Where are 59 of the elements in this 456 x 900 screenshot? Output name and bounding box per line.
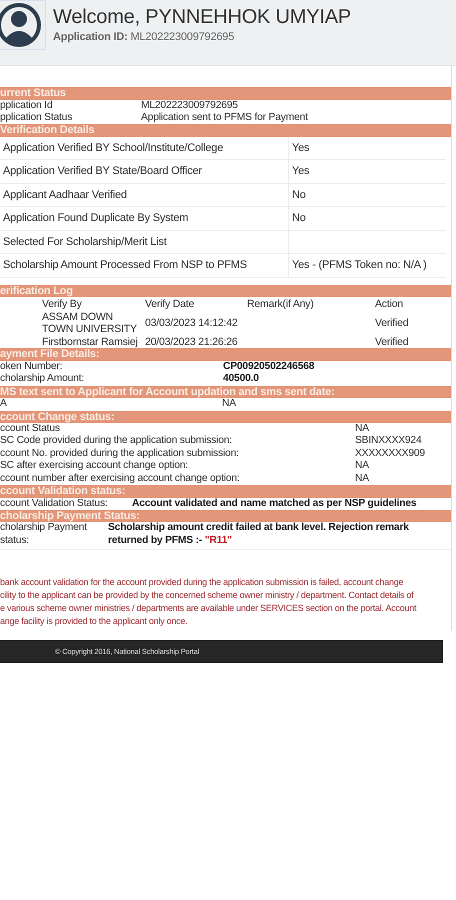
field-value: SBINXXXX924 <box>355 435 422 448</box>
field-label: ccount Validation Status: <box>0 498 109 510</box>
detail-label: Applicant Aadhaar Verified <box>2 188 128 203</box>
detail-value: No <box>288 184 446 206</box>
detail-label: Selected For Scholarship/Merit List <box>2 234 168 250</box>
column-header: Verify Date <box>145 297 196 310</box>
section-header: ayment File Details: <box>0 348 451 361</box>
field-label: SC Code provided during the application submission: <box>0 435 233 448</box>
detail-label: Scholarship Amount Processed From NSP to PFMS <box>2 258 248 274</box>
section-header: Verification Details <box>0 124 451 137</box>
field-label: A <box>0 398 8 411</box>
detail-value: Yes <box>288 160 446 183</box>
table-cell-text: Verified <box>375 316 410 330</box>
field-label: ccount No. provided during the application submission: <box>0 448 240 460</box>
field-label: pplication Id <box>0 100 54 112</box>
field-value: CP00920502246568 <box>223 360 316 374</box>
welcome-title: Welcome, PYNNEHHOK UMYIAP <box>53 5 352 29</box>
section-header: cholarship Payment Status: <box>0 510 451 522</box>
field-label: cholarship Payment status: <box>0 522 88 548</box>
detail-value: Yes - (PFMS Token no: N/A ) <box>288 254 446 277</box>
field-value: Account validated and name matched as per NSP guidelines <box>132 498 418 510</box>
field-value: Application sent to PFMS for Payment <box>141 112 309 124</box>
field-label: ccount Status <box>0 423 61 436</box>
notice-text: ange facility is provided to the applicant only once. <box>0 615 188 628</box>
table-cell-text: ASSAM DOWN TOWN UNIVERSITY <box>42 310 138 336</box>
application-id: Application ID: ML202223009792695 <box>53 31 236 43</box>
section-header: urrent Status <box>0 87 451 100</box>
field-value: Scholarship amount credit failed at bank level. Rejection remark returned by PFMS :- "R11" <box>108 522 410 548</box>
field-value: NA <box>355 423 370 436</box>
column-header: Action <box>375 297 404 310</box>
field-label: pplication Status <box>0 112 74 124</box>
table-cell-text: Firstbornstar Ramsiej <box>42 335 139 348</box>
field-value: XXXXXXXX909 <box>355 448 426 460</box>
section-header: ccount Change status: <box>0 410 451 424</box>
field-value: 40500.0 <box>223 373 260 386</box>
field-value: NA <box>355 472 370 486</box>
section-header: MS text sent to Applicant for Account updation and sms sent date: <box>0 386 451 398</box>
detail-value: No <box>288 207 446 230</box>
field-value: ML202223009792695 <box>141 100 239 112</box>
column-header: Verify By <box>42 297 83 310</box>
notice-text: bank account validation for the account provided during the application submission is failed, account change <box>0 576 404 590</box>
field-label: cholarship Amount: <box>0 373 85 386</box>
field-value: NA <box>222 398 237 411</box>
column-header: Remark(if Any) <box>247 297 315 310</box>
section-header: ccount Validation status: <box>0 485 451 498</box>
detail-label: Application Found Duplicate By System <box>2 211 190 226</box>
notice-text: cility to the applicant can be provided by the concerned scheme owner ministry / department. Contact details of <box>0 589 414 602</box>
detail-label: Application Verified BY State/Board Officer <box>2 164 203 180</box>
notice-text: e various scheme owner ministries / departments are available under SERVICES section on the portal. Account <box>0 602 416 616</box>
field-value: NA <box>355 460 370 473</box>
table-cell-text: 03/03/2023 14:12:42 <box>145 316 239 330</box>
field-label: SC after exercising account change option: <box>0 460 189 473</box>
detail-value: Yes <box>288 136 446 160</box>
detail-label: Application Verified BY School/Institute/College <box>2 140 224 156</box>
field-label: ccount number after exercising account change option: <box>0 472 241 486</box>
table-cell-text: Verified <box>375 335 410 348</box>
section-header: erification Log <box>0 284 451 298</box>
field-label: oken Number: <box>0 360 64 374</box>
table-cell-text: 20/03/2023 21:26:26 <box>145 335 239 348</box>
